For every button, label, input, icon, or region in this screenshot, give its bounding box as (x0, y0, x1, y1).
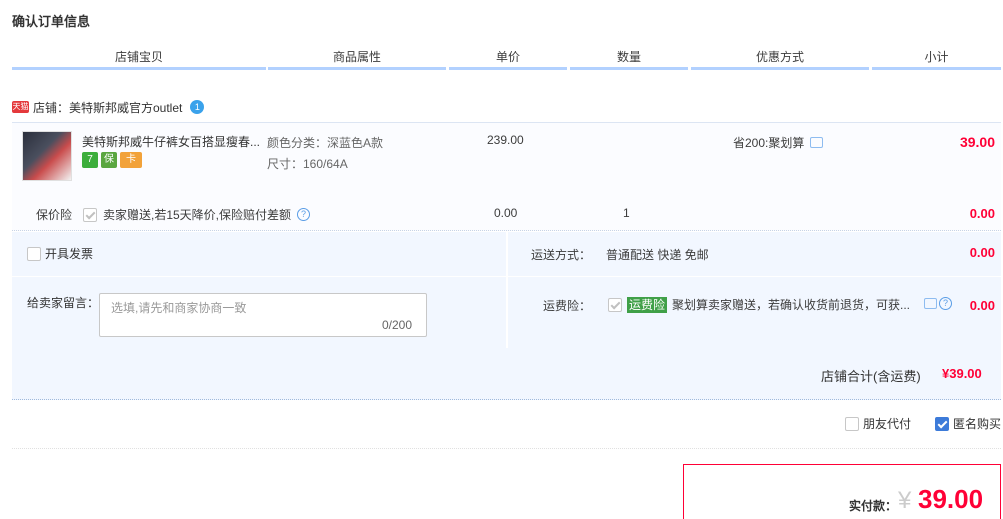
friend-pay-label: 朋友代付 (862, 417, 911, 431)
guarantee-icon[interactable]: 保 (101, 152, 117, 168)
seven-day-return-icon[interactable]: 7 (82, 152, 98, 168)
anonymous-purchase-label: 匿名购买 (952, 417, 1001, 431)
attr-size: 尺寸：160/64A (267, 157, 348, 171)
col-header-shop-item: 店铺宝贝 (12, 48, 266, 70)
col-header-attributes: 商品属性 (268, 48, 446, 70)
freight-insurance-option: 运费险 聚划算卖家赠送，若确认收货前退货，可获... (608, 296, 912, 313)
panel-vertical-divider (506, 232, 508, 348)
shipping-label: 运送方式： (531, 248, 592, 262)
message-label: 给卖家留言： (27, 296, 100, 310)
shop-total-value: ¥39.00 (942, 366, 982, 381)
card-pay-icon[interactable]: 卡 (120, 152, 142, 168)
unit-price: 239.00 (487, 133, 524, 147)
invoice-checkbox[interactable] (27, 246, 41, 261)
attr-color: 颜色分类：深蓝色A款 (267, 136, 384, 150)
promo-info: 省200:聚划算 (733, 134, 824, 151)
insurance-label: 保价险 (36, 208, 73, 222)
pay-amount: 39.00 (918, 484, 984, 514)
freight-insurance-checkbox[interactable] (608, 297, 622, 312)
friend-pay-option[interactable]: 朋友代付 (844, 415, 911, 432)
shipping-subtotal: 0.00 (969, 245, 995, 260)
freight-insurance-icons: ? (924, 297, 952, 310)
shop-row: 天猫 店铺：美特斯邦威官方outlet 1 (12, 99, 205, 116)
payment-options: 朋友代付 匿名购买 (844, 415, 1001, 432)
comment-icon[interactable] (924, 298, 937, 309)
item-subtotal: 39.00 (959, 134, 995, 150)
freight-insurance-subtotal: 0.00 (969, 298, 995, 313)
chat-bubble-icon[interactable]: 1 (190, 100, 205, 114)
freight-insurance-tag: 运费险 (627, 296, 668, 313)
table-header: 店铺宝贝 商品属性 单价 数量 优惠方式 小计 (12, 48, 1001, 70)
col-header-unit-price: 单价 (449, 48, 567, 70)
friend-pay-checkbox[interactable] (844, 416, 859, 431)
message-char-count: 0/200 (382, 318, 413, 332)
col-header-quantity: 数量 (570, 48, 688, 70)
service-badges: 7 保 卡 (82, 152, 142, 168)
comment-icon[interactable] (810, 137, 824, 148)
page-title: 确认订单信息 (12, 14, 91, 29)
shipping-method: 普通配送 快递 免邮 (606, 248, 709, 262)
insurance-subtotal: 0.00 (969, 206, 995, 221)
insurance-text: 卖家赠送,若15天降价,保险赔付差额 (103, 208, 292, 222)
col-header-subtotal: 小计 (872, 48, 1001, 70)
insurance-option: 卖家赠送,若15天降价,保险赔付差额 ? (83, 206, 311, 223)
help-icon[interactable]: ? (297, 208, 311, 221)
product-thumbnail[interactable] (22, 131, 72, 181)
currency-symbol: ¥ (898, 487, 912, 514)
shop-total-label: 店铺合计(含运费) (821, 369, 921, 384)
shop-name-link[interactable]: 店铺：美特斯邦威官方outlet (33, 99, 182, 116)
col-header-discount: 优惠方式 (691, 48, 869, 70)
help-icon[interactable]: ? (939, 297, 952, 310)
insurance-price: 0.00 (494, 206, 518, 220)
anonymous-purchase-checkbox[interactable] (934, 416, 949, 431)
insurance-qty: 1 (623, 206, 630, 220)
promo-text: 省200:聚划算 (733, 136, 805, 150)
invoice-option: 开具发票 (27, 245, 93, 262)
product-name-link[interactable]: 美特斯邦威牛仔裤女百搭显瘦春... (82, 133, 262, 150)
freight-insurance-label: 运费险： (543, 299, 592, 313)
freight-insurance-desc: 聚划算卖家赠送，若确认收货前退货，可获... (672, 298, 911, 312)
invoice-label[interactable]: 开具发票 (45, 245, 93, 262)
divider (12, 448, 1001, 449)
anonymous-purchase-option[interactable]: 匿名购买 (934, 415, 1001, 432)
tmall-badge-icon: 天猫 (12, 101, 29, 113)
message-placeholder: 选填,请先和商家协商一致 (111, 301, 247, 315)
pay-label: 实付款： (849, 499, 898, 513)
insurance-checkbox[interactable] (83, 207, 97, 222)
